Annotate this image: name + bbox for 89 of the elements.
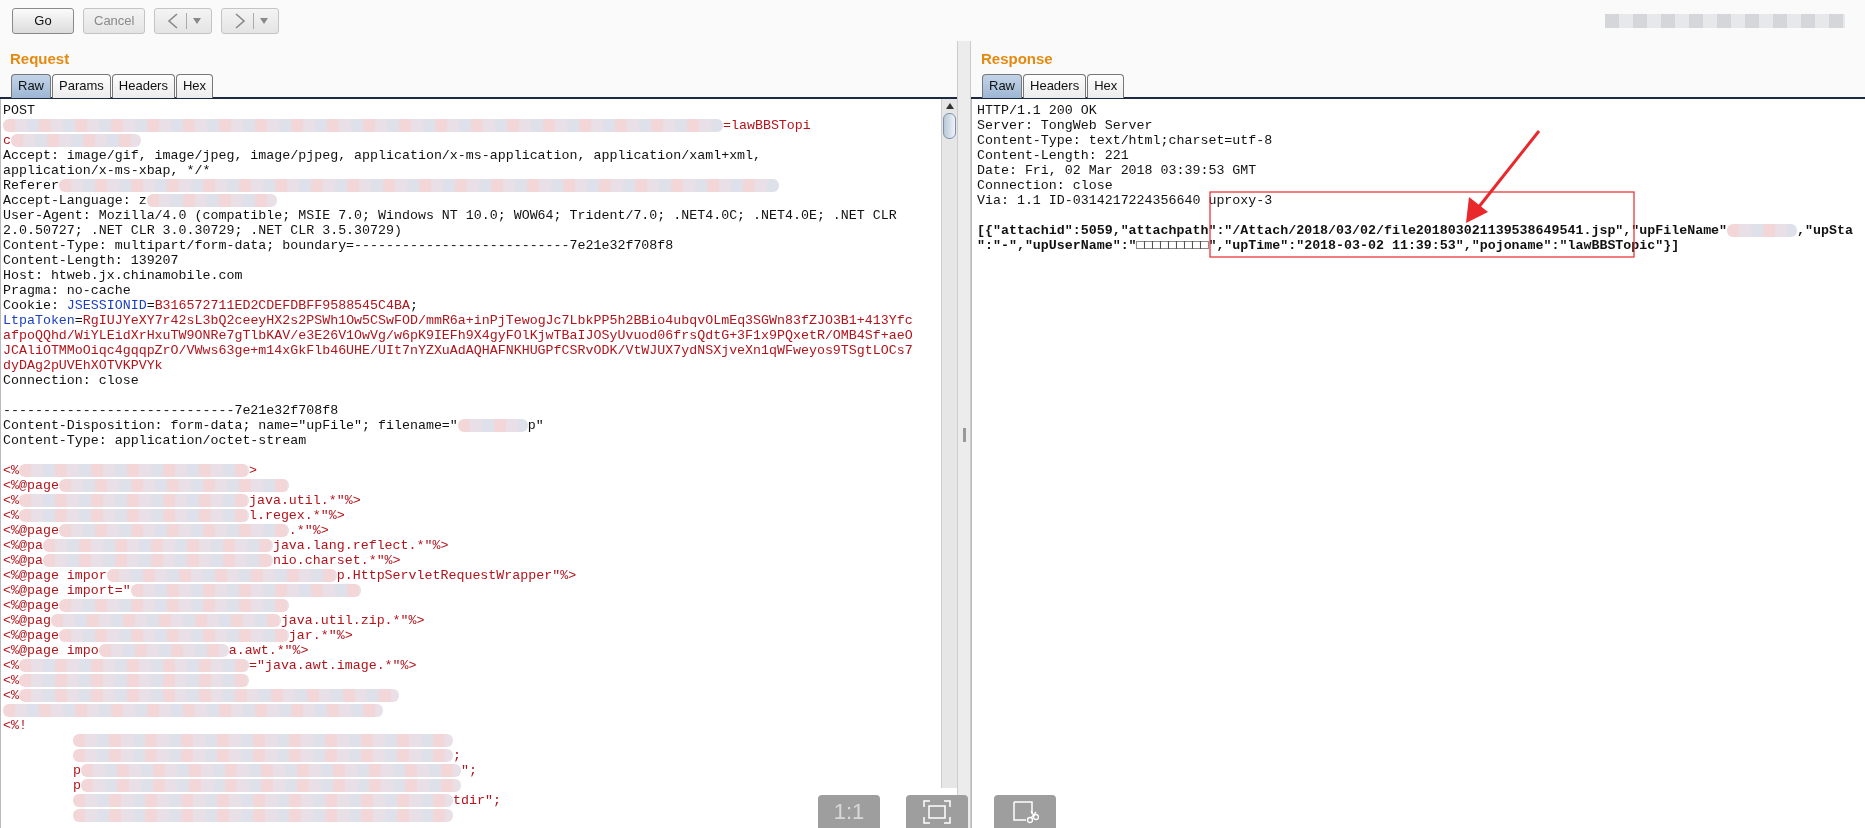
code-line: LtpaToken=RgIUJYeXY7r42sL3bQ2ceeyHX2s2PSWh1Ow5CSwFOD/mmR6a+inPjTewogJc7LbkPP5h2BBio4ubqvOLmEq3SGWn83fZJO3B1+413Yfc — [3, 313, 914, 328]
pane-title: Request — [9, 49, 71, 69]
code-line: Content-Type: text/html;charset=utf-8 — [977, 133, 1274, 148]
redaction-block — [457, 419, 528, 432]
pane-title: Response — [980, 49, 1054, 69]
code-text: <%@page — [3, 628, 59, 643]
redaction-block — [1727, 224, 1798, 237]
code-text: <% — [3, 673, 19, 688]
code-text: .*"%> — [288, 523, 329, 538]
fit-screen-button[interactable] — [906, 795, 968, 828]
code-line: ":"-","upUserName":"□□□□□□□□□","upTime":"2018-03-02 11:39:53","pojoname":"lawBBSTopic"}] — [977, 238, 1681, 253]
code-text: <% — [3, 463, 19, 478]
code-text: p — [73, 763, 81, 778]
scissors-icon — [1011, 799, 1039, 824]
code-text: =lawBBSTopi — [723, 118, 811, 133]
code-text: ,"upSta — [1797, 223, 1853, 238]
code-text: Referer — [3, 178, 59, 193]
code-text: <% — [3, 493, 19, 508]
code-text: [{"attachid":5059,"attachpath":"/Attach/2018/03/02/file201803021139538649541.jsp","upFileName" — [977, 223, 1728, 238]
code-line: 2.0.50727; .NET CLR 3.0.30729; .NET CLR 3.5.30729) — [3, 223, 403, 238]
code-text: <%@page impo — [3, 643, 99, 658]
code-text: <% — [3, 658, 19, 673]
code-line: afpoQQhd/WiYLEidXrHxuTW9ONRe7gTlbKAV/e3E26V1OwVg/w6pK9IEFh9X4gyFOlKjwTBaIJOSyUvuod06frsQdtG+3F1x9PQxetR/OMB4Sf+aeO — [3, 328, 914, 343]
code-text: <%@page import=" — [3, 583, 131, 598]
fit-screen-icon — [923, 799, 951, 824]
code-text: tdir"; — [453, 793, 501, 808]
code-line: -----------------------------7e21e32f708f8 — [3, 403, 340, 418]
scrollbar[interactable] — [941, 99, 957, 788]
screenshot-button[interactable] — [994, 795, 1056, 828]
code-line: POST — [3, 103, 36, 118]
code-text: java.lang.reflect.*"%> — [272, 538, 449, 553]
code-text: java.util.zip.*"%> — [280, 613, 425, 628]
dropdown-caret-icon — [192, 17, 201, 24]
code-text: <% — [3, 688, 19, 703]
tab[interactable]: Hex — [1087, 74, 1125, 98]
code-text: > — [248, 463, 257, 478]
code-text: p — [73, 778, 81, 793]
code-text: <%@page impor — [3, 568, 107, 583]
code-line: JCAliOTMMoOiqc4gqqpZrO/VWws63ge+m14xGkFlb46UHE/UIt7nYZXuAdAQHAFNKHUGPfCSRvODK/VtWJUX7ydNSXjveXn1qWFweyos9TSgtLOCs7 — [3, 343, 914, 358]
code-text: nio.charset.*"%> — [272, 553, 401, 568]
code-line: HTTP/1.1 200 OK — [977, 103, 1098, 118]
code-line: <%! — [3, 718, 28, 733]
code-line: Accept: image/gif, image/jpeg, image/pjpeg, application/x-ms-application, application/xaml+xml, — [3, 148, 763, 163]
code-text: jar.*"%> — [288, 628, 353, 643]
code-line: Content-Type: application/octet-stream — [3, 433, 308, 448]
code-line: Content-Type: multipart/form-data; boundary=---------------------------7e21e32f708f8 — [3, 238, 675, 253]
code-text: <%@pa — [3, 538, 43, 553]
code-line: Date: Fri, 02 Mar 2018 03:39:53 GMT — [977, 163, 1258, 178]
scroll-up-arrow-icon — [944, 103, 955, 109]
code-text: l.regex.*"%> — [248, 508, 345, 523]
code-text: p" — [527, 418, 544, 433]
left-chevron-icon — [165, 11, 180, 30]
code-line: dyDAg2pUVEhXOTVKPVYk — [3, 358, 164, 373]
code-text: a.awt.*"%> — [228, 643, 309, 658]
code-text: ; — [453, 748, 461, 763]
code-line: Pragma: no-cache — [3, 283, 132, 298]
code-line: Host: htweb.jx.chinamobile.com — [3, 268, 244, 283]
tab[interactable]: Hex — [175, 74, 214, 98]
code-line: Connection: close — [977, 178, 1114, 193]
tab[interactable]: Raw — [11, 74, 51, 98]
tab[interactable]: Headers — [111, 74, 175, 98]
code-text: "; — [461, 763, 477, 778]
tab[interactable]: Params — [52, 74, 111, 98]
code-text: java.util.*"%> — [248, 493, 361, 508]
code-text: <%@page — [3, 523, 59, 538]
tab[interactable]: Raw — [982, 74, 1022, 98]
code-line: Cookie: JSESSIONID=B316572711ED2CDEFDBFF9588545C4BA; — [3, 298, 419, 313]
code-line: Via: 1.1 ID-0314217224356640 uproxy-3 — [977, 193, 1274, 208]
code-line: Server: TongWeb Server — [977, 118, 1154, 133]
code-text: ="java.awt.image.*"%> — [248, 658, 417, 673]
code-text: c — [3, 133, 11, 148]
code-text: <%@page — [3, 598, 59, 613]
code-text: p.HttpServletRequestWrapper"%> — [336, 568, 577, 583]
code-text: <%@page — [3, 478, 59, 493]
code-line: User-Agent: Mozilla/4.0 (compatible; MSIE 7.0; Windows NT 10.0; WOW64; Trident/7.0; .NET4.0C; .NET4.0E; .NET CLR — [3, 208, 898, 223]
code-text: <% — [3, 508, 19, 523]
code-line: Content-Length: 221 — [977, 148, 1130, 163]
scrollbar-thumb[interactable] — [943, 113, 956, 139]
tab[interactable]: Headers — [1023, 74, 1087, 98]
code-text: <%@pag — [3, 613, 51, 628]
code-text: Accept-Language: z — [3, 193, 147, 208]
toolbar-button[interactable]: Go — [12, 7, 74, 34]
code-line: Connection: close — [3, 373, 140, 388]
code-text: Content-Disposition: form-data; name="upFile"; filename=" — [3, 418, 458, 433]
code-line: Content-Length: 139207 — [3, 253, 180, 268]
dropdown-caret-icon — [259, 17, 268, 24]
divider-grip[interactable] — [962, 427, 966, 442]
code-line: application/x-ms-xbap, */* — [3, 163, 212, 178]
code-text: <%@pa — [3, 553, 43, 568]
